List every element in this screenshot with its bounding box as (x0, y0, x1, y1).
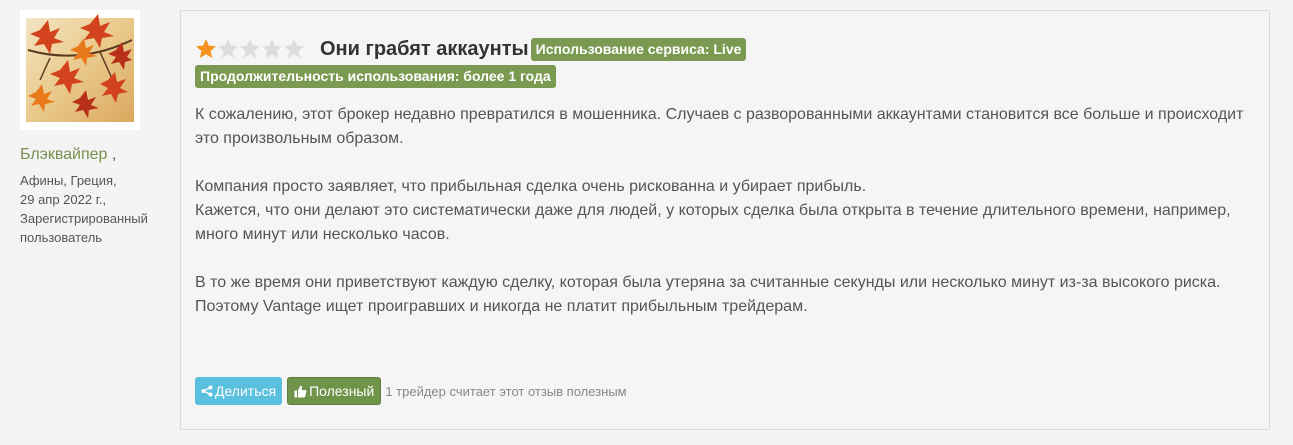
thumbs-up-icon (294, 385, 307, 397)
avatar[interactable] (20, 10, 140, 130)
tag-duration: Продолжительность использования: более 1… (195, 65, 556, 88)
review-paragraph-2: Компания просто заявляет, что прибыльная… (195, 178, 1231, 243)
star-empty-icon (262, 39, 282, 58)
review-page: Блэквайпер , Афины, Греция, 29 апр 2022 … (0, 0, 1293, 445)
review-card: Они грабят аккаунты Использование сервис… (180, 10, 1270, 430)
review-paragraph-3: В то же время они приветствуют каждую сд… (195, 274, 1221, 315)
review-body: К сожалению, этот брокер недавно преврат… (195, 103, 1255, 343)
review-actions: Делиться Полезный 1 трейдер считает этот… (195, 377, 627, 405)
author-status-line2: пользователь (20, 230, 103, 245)
author-status-line1: Зарегистрированный (20, 211, 148, 226)
tag-row: Продолжительность использования: более 1… (195, 65, 556, 88)
author-name[interactable]: Блэквайпер , (20, 145, 170, 165)
author-sidebar: Блэквайпер , Афины, Греция, 29 апр 2022 … (20, 10, 170, 247)
share-icon (201, 385, 213, 397)
share-button-label: Делиться (215, 383, 277, 399)
helpful-count-text: 1 трейдер считает этот отзыв полезным (385, 383, 627, 399)
review-title: Они грабят аккаунты (320, 38, 529, 60)
autumn-leaves-avatar (20, 10, 140, 130)
review-paragraph-1: К сожалению, этот брокер недавно преврат… (195, 106, 1244, 147)
author-name-comma: , (107, 146, 117, 163)
author-date: 29 апр 2022 г., (20, 192, 107, 207)
star-filled-icon (196, 39, 216, 58)
helpful-button[interactable]: Полезный (287, 377, 382, 405)
star-empty-icon (240, 39, 260, 58)
author-location: Афины, Греция, (20, 173, 117, 188)
helpful-button-label: Полезный (309, 383, 375, 399)
star-empty-icon (284, 39, 304, 58)
review-header: Они грабят аккаунты Использование сервис… (195, 37, 747, 61)
share-button[interactable]: Делиться (195, 377, 283, 405)
star-rating (195, 38, 320, 60)
star-empty-icon (218, 39, 238, 58)
author-name-text[interactable]: Блэквайпер (20, 146, 107, 163)
tag-service: Использование сервиса: Live (530, 37, 747, 61)
author-meta: Афины, Греция, 29 апр 2022 г., Зарегистр… (20, 171, 170, 247)
